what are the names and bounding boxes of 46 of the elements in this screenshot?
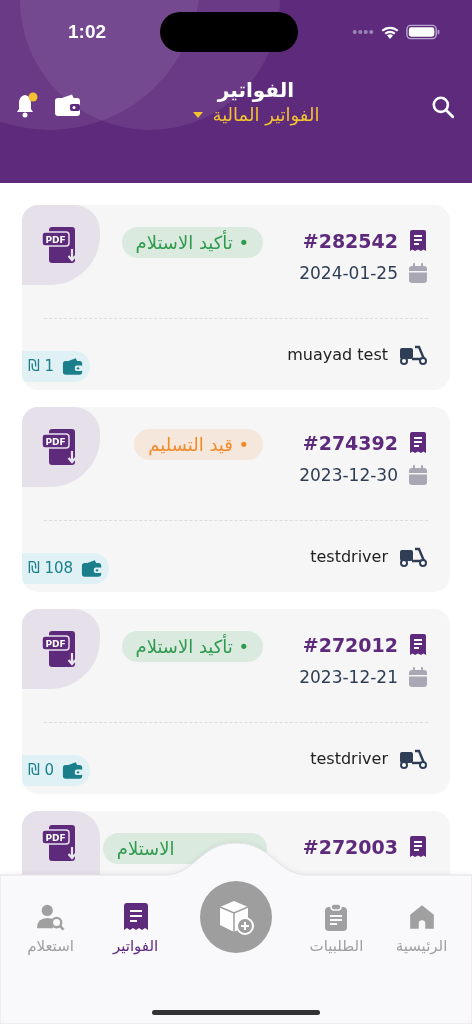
invoice-date: 2023-12-30: [299, 465, 398, 485]
dropdown-caret-icon: [192, 111, 203, 118]
wallet-icon: [62, 356, 85, 376]
receipt-icon: [408, 634, 428, 656]
scooter-icon: [398, 343, 428, 365]
driver-name: muayad test: [287, 344, 388, 364]
receipt-icon: [408, 836, 428, 858]
status-badge: • تأكيد الاستلام: [121, 631, 264, 662]
amount-text: ₪ 108: [28, 559, 74, 577]
home-icon: [407, 903, 436, 931]
status-badge: • تأكيد الاستلام: [121, 227, 264, 258]
invoice-number: #282542: [302, 230, 398, 252]
pdf-download-button[interactable]: PDF: [22, 205, 100, 285]
invoice-number: #272012: [302, 634, 398, 656]
wallet-icon: [81, 558, 104, 578]
invoice-date: 2024-01-25: [299, 263, 398, 283]
user-search-icon: [36, 903, 65, 931]
pdf-download-button[interactable]: PDF: [22, 609, 100, 689]
driver-name: testdriver: [310, 546, 388, 566]
receipt-icon: [408, 432, 428, 454]
receipt-icon: [408, 230, 428, 252]
calendar-icon: [408, 262, 428, 284]
tab-item[interactable]: الفواتير: [93, 903, 179, 955]
search-icon[interactable]: [430, 94, 456, 120]
pdf-download-button[interactable]: PDF: [22, 811, 100, 875]
amount-text: ₪ 1: [28, 357, 55, 375]
invoice-type-dropdown[interactable]: الفواتير المالية: [192, 104, 320, 125]
wallet-icon[interactable]: [54, 93, 82, 117]
notification-bell-icon[interactable]: [14, 92, 40, 118]
pdf-download-button[interactable]: PDF: [22, 407, 100, 487]
calendar-icon: [408, 666, 428, 688]
invoice-number: #272003: [302, 836, 398, 858]
invoice-date: 2023-12-21: [299, 667, 398, 687]
scooter-icon: [398, 747, 428, 769]
status-badge: • قيد التسليم: [134, 429, 264, 460]
scooter-icon: [398, 545, 428, 567]
wallet-icon: [62, 760, 85, 780]
wifi-icon: [380, 24, 400, 40]
calendar-icon: [408, 464, 428, 486]
signal-icon: [352, 29, 374, 35]
battery-icon: [406, 24, 440, 40]
invoice-number: #274392: [302, 432, 398, 454]
status-time: 1:02: [68, 21, 107, 43]
amount-text: ₪ 0: [28, 761, 55, 779]
page-title: الفواتير: [217, 78, 295, 102]
driver-name: testdriver: [310, 748, 388, 768]
